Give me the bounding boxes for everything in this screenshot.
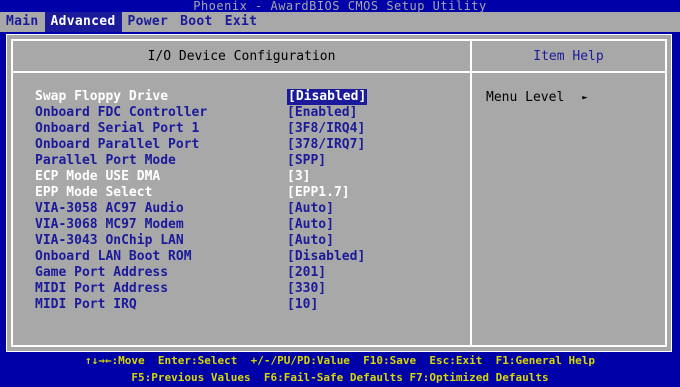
help-pane: Item Help Menu Level ► [472,41,665,345]
setup-inner-frame: I/O Device Configuration Swap Floppy Dri… [11,39,667,347]
menu-boot[interactable]: Boot [174,12,219,32]
setting-value[interactable]: [3F8/IRQ4] [287,121,365,137]
setting-onboard-parallel-port[interactable]: Onboard Parallel Port [378/IRQ7] [35,137,367,153]
setting-value[interactable]: [Auto] [287,233,334,249]
setting-label: MIDI Port IRQ [35,297,137,312]
setting-value[interactable]: [378/IRQ7] [287,137,365,153]
setting-label: EPP Mode Select [35,185,153,200]
setting-via-3058-ac97-audio[interactable]: VIA-3058 AC97 Audio [Auto] [35,201,367,217]
setting-swap-floppy-drive[interactable]: Swap Floppy Drive [Disabled] [35,89,368,105]
menu-main[interactable]: Main [0,12,45,32]
arrow-right-icon: ► [582,93,588,103]
menu-bar: Main Advanced Power Boot Exit [0,12,680,32]
key-legend: ↑↓→←:Move Enter:Select +/-/PU/PD:Value F… [0,352,680,387]
setting-midi-port-irq[interactable]: MIDI Port IRQ [10] [35,297,367,313]
key-legend-line-2: F5:Previous Values F6:Fail-Safe Defaults… [131,371,549,384]
setting-value[interactable]: [330] [287,281,326,297]
setting-label: VIA-3058 AC97 Audio [35,201,184,216]
setting-game-port-address[interactable]: Game Port Address [201] [35,265,367,281]
menu-level-indicator: Menu Level ► [486,90,588,106]
setting-ecp-mode-use-dma[interactable]: ECP Mode USE DMA [3] [35,169,367,185]
setting-value[interactable]: [SPP] [287,153,326,169]
window-title: Phoenix - AwardBIOS CMOS Setup Utility [0,0,680,12]
settings-pane-title: I/O Device Configuration [13,41,470,73]
setting-label: Game Port Address [35,265,169,280]
key-legend-line-1: ↑↓→←:Move Enter:Select +/-/PU/PD:Value F… [85,354,595,367]
menu-exit[interactable]: Exit [219,12,264,32]
setting-label: VIA-3043 OnChip LAN [35,233,184,248]
setting-value[interactable]: [3] [287,169,310,185]
setting-midi-port-address[interactable]: MIDI Port Address [330] [35,281,367,297]
help-pane-title: Item Help [472,41,665,73]
setting-value[interactable]: [Auto] [287,201,334,217]
setting-via-3043-onchip-lan[interactable]: VIA-3043 OnChip LAN [Auto] [35,233,367,249]
setting-onboard-serial-port-1[interactable]: Onboard Serial Port 1 [3F8/IRQ4] [35,121,367,137]
setting-label: ECP Mode USE DMA [35,169,161,184]
menu-advanced[interactable]: Advanced [44,12,122,32]
setting-label: Onboard Parallel Port [35,137,200,152]
setting-label: Swap Floppy Drive [35,89,169,104]
setup-frame: I/O Device Configuration Swap Floppy Dri… [6,34,672,352]
setting-value[interactable]: [Enabled] [287,105,357,121]
setting-parallel-port-mode[interactable]: Parallel Port Mode [SPP] [35,153,367,169]
setting-value[interactable]: [EPP1.7] [287,185,350,201]
setting-value[interactable]: [Auto] [287,217,334,233]
setting-label: Parallel Port Mode [35,153,176,168]
settings-list: Swap Floppy Drive [Disabled] Onboard FDC… [35,89,368,313]
setting-label: Onboard Serial Port 1 [35,121,200,136]
setting-onboard-fdc-controller[interactable]: Onboard FDC Controller [Enabled] [35,105,367,121]
menu-level-label: Menu Level [486,90,565,105]
setting-label: VIA-3068 MC97 Modem [35,217,184,232]
setting-value[interactable]: [Disabled] [287,89,368,105]
setting-epp-mode-select[interactable]: EPP Mode Select [EPP1.7] [35,185,367,201]
settings-pane: I/O Device Configuration Swap Floppy Dri… [13,41,472,345]
setting-label: Onboard FDC Controller [35,105,208,120]
setting-value[interactable]: [10] [287,297,318,313]
setting-value[interactable]: [201] [287,265,326,281]
setting-label: MIDI Port Address [35,281,169,296]
setting-label: Onboard LAN Boot ROM [35,249,192,264]
menu-power[interactable]: Power [122,12,175,32]
setting-via-3068-mc97-modem[interactable]: VIA-3068 MC97 Modem [Auto] [35,217,367,233]
setting-value[interactable]: [Disabled] [287,249,365,265]
setting-onboard-lan-boot-rom[interactable]: Onboard LAN Boot ROM [Disabled] [35,249,367,265]
